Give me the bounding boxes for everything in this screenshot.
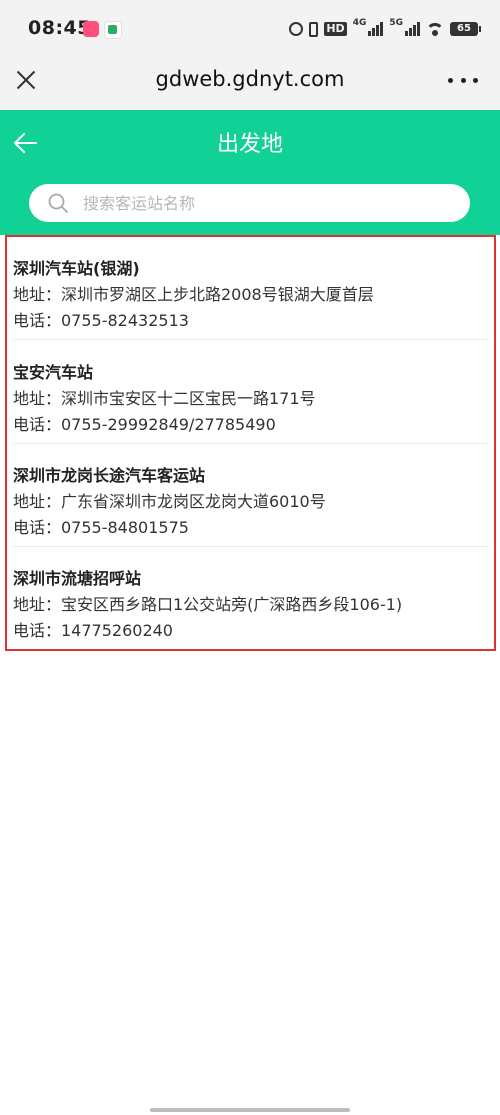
search-input[interactable] [83,188,453,218]
station-address: 地址：宝安区西乡路口1公交站旁(广深路西乡段106-1) [13,595,403,614]
station-list: 深圳汽车站(银湖) 地址：深圳市罗湖区上步北路2008号银湖大厦首层 电话：07… [5,235,496,651]
status-time: 08:45 [28,17,91,39]
search-box[interactable] [29,184,470,222]
station-item[interactable]: 深圳汽车站(银湖) 地址：深圳市罗湖区上步北路2008号银湖大厦首层 电话：07… [13,237,489,340]
page-title: 出发地 [216,132,283,157]
station-name: 深圳市龙岗长途汽车客运站 [13,466,206,485]
home-indicator[interactable] [150,1108,350,1112]
wifi-icon [426,22,444,36]
battery-icon: 65 [450,22,481,36]
station-item[interactable]: 深圳市龙岗长途汽车客运站 地址：广东省深圳市龙岗区龙岗大道6010号 电话：07… [13,444,489,547]
station-name: 宝安汽车站 [13,363,94,382]
alarm-icon [289,22,304,36]
station-phone: 电话：0755-82432513 [13,311,189,330]
hd-icon: HD [324,22,347,36]
divider [13,339,489,340]
signal-5g-icon [405,22,420,36]
network-4g-label: 4G [352,18,367,28]
browser-url: gdweb.gdnyt.com [155,67,345,91]
page-header: 出发地 [0,110,500,235]
notification-app-icon [83,21,99,37]
status-bar: 08:45 HD 4G 5G 65 [0,0,500,58]
station-address: 地址：广东省深圳市龙岗区龙岗大道6010号 [13,492,326,511]
station-item[interactable]: 深圳市流塘招呼站 地址：宝安区西乡路口1公交站旁(广深路西乡段106-1) 电话… [13,547,489,650]
vibrate-icon [309,21,319,37]
signal-4g-icon [368,22,384,36]
station-phone: 电话：0755-84801575 [13,518,189,537]
browser-bar: gdweb.gdnyt.com [0,58,500,110]
station-address: 地址：深圳市罗湖区上步北路2008号银湖大厦首层 [13,285,374,304]
notification-wallet-icon [104,21,122,39]
network-5g-label: 5G [389,18,403,28]
more-icon[interactable] [448,70,478,90]
station-phone: 电话：0755-29992849/27785490 [13,415,276,434]
station-phone: 电话：14775260240 [13,621,173,640]
station-address: 地址：深圳市宝安区十二区宝民一路171号 [13,389,316,408]
station-item[interactable]: 宝安汽车站 地址：深圳市宝安区十二区宝民一路171号 电话：0755-29992… [13,341,489,444]
status-indicators: HD 4G 5G 65 [289,18,481,40]
station-name: 深圳汽车站(银湖) [13,259,140,278]
station-name: 深圳市流塘招呼站 [13,569,142,588]
search-icon [48,193,68,213]
